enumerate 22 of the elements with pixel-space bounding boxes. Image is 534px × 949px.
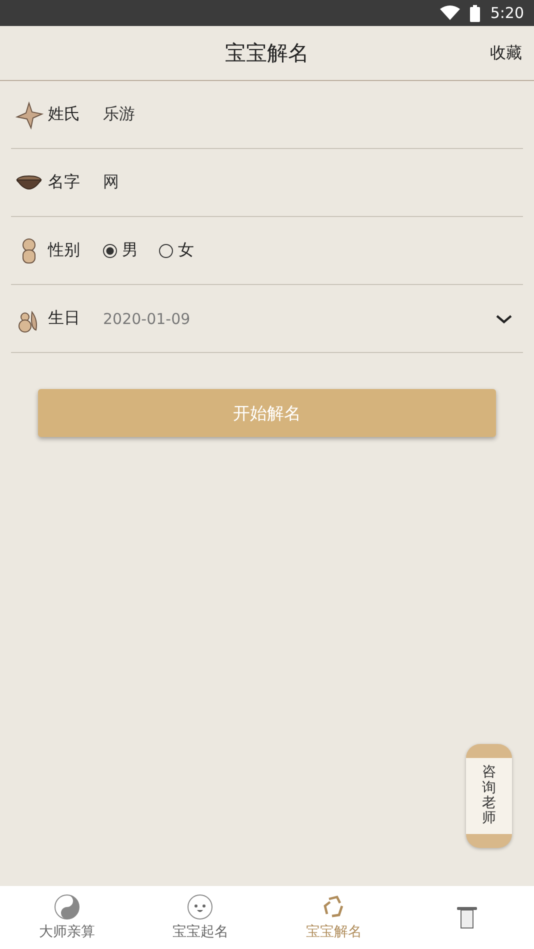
page-title: 宝宝解名 xyxy=(225,40,309,67)
yin-yang-icon xyxy=(54,894,80,920)
date-field[interactable]: 2020-01-09 xyxy=(103,310,495,328)
input-field[interactable]: 网 xyxy=(103,172,119,193)
radio-option[interactable]: 男 xyxy=(103,240,138,261)
consult-teacher-button[interactable]: 咨询老师 xyxy=(466,744,512,848)
battery-icon xyxy=(470,4,480,22)
tab[interactable]: 宝宝起名 xyxy=(134,886,267,949)
radio-option[interactable]: 女 xyxy=(159,240,194,261)
radio-button[interactable] xyxy=(159,244,173,258)
input-field[interactable]: 乐游 xyxy=(103,104,135,125)
status-time: 5:20 xyxy=(490,4,524,22)
tab[interactable]: 大师亲算 xyxy=(0,886,134,949)
favorite-button[interactable]: 收藏 xyxy=(488,41,524,66)
field-label: 姓氏 xyxy=(48,104,81,125)
field-label: 名字 xyxy=(48,172,81,193)
field-label: 性别 xyxy=(48,240,81,261)
radio-button[interactable] xyxy=(103,244,117,258)
wifi-icon xyxy=(440,5,460,21)
field-label: 生日 xyxy=(48,308,81,329)
baby-face-icon xyxy=(187,894,214,920)
chevron-down-icon[interactable] xyxy=(495,314,513,324)
